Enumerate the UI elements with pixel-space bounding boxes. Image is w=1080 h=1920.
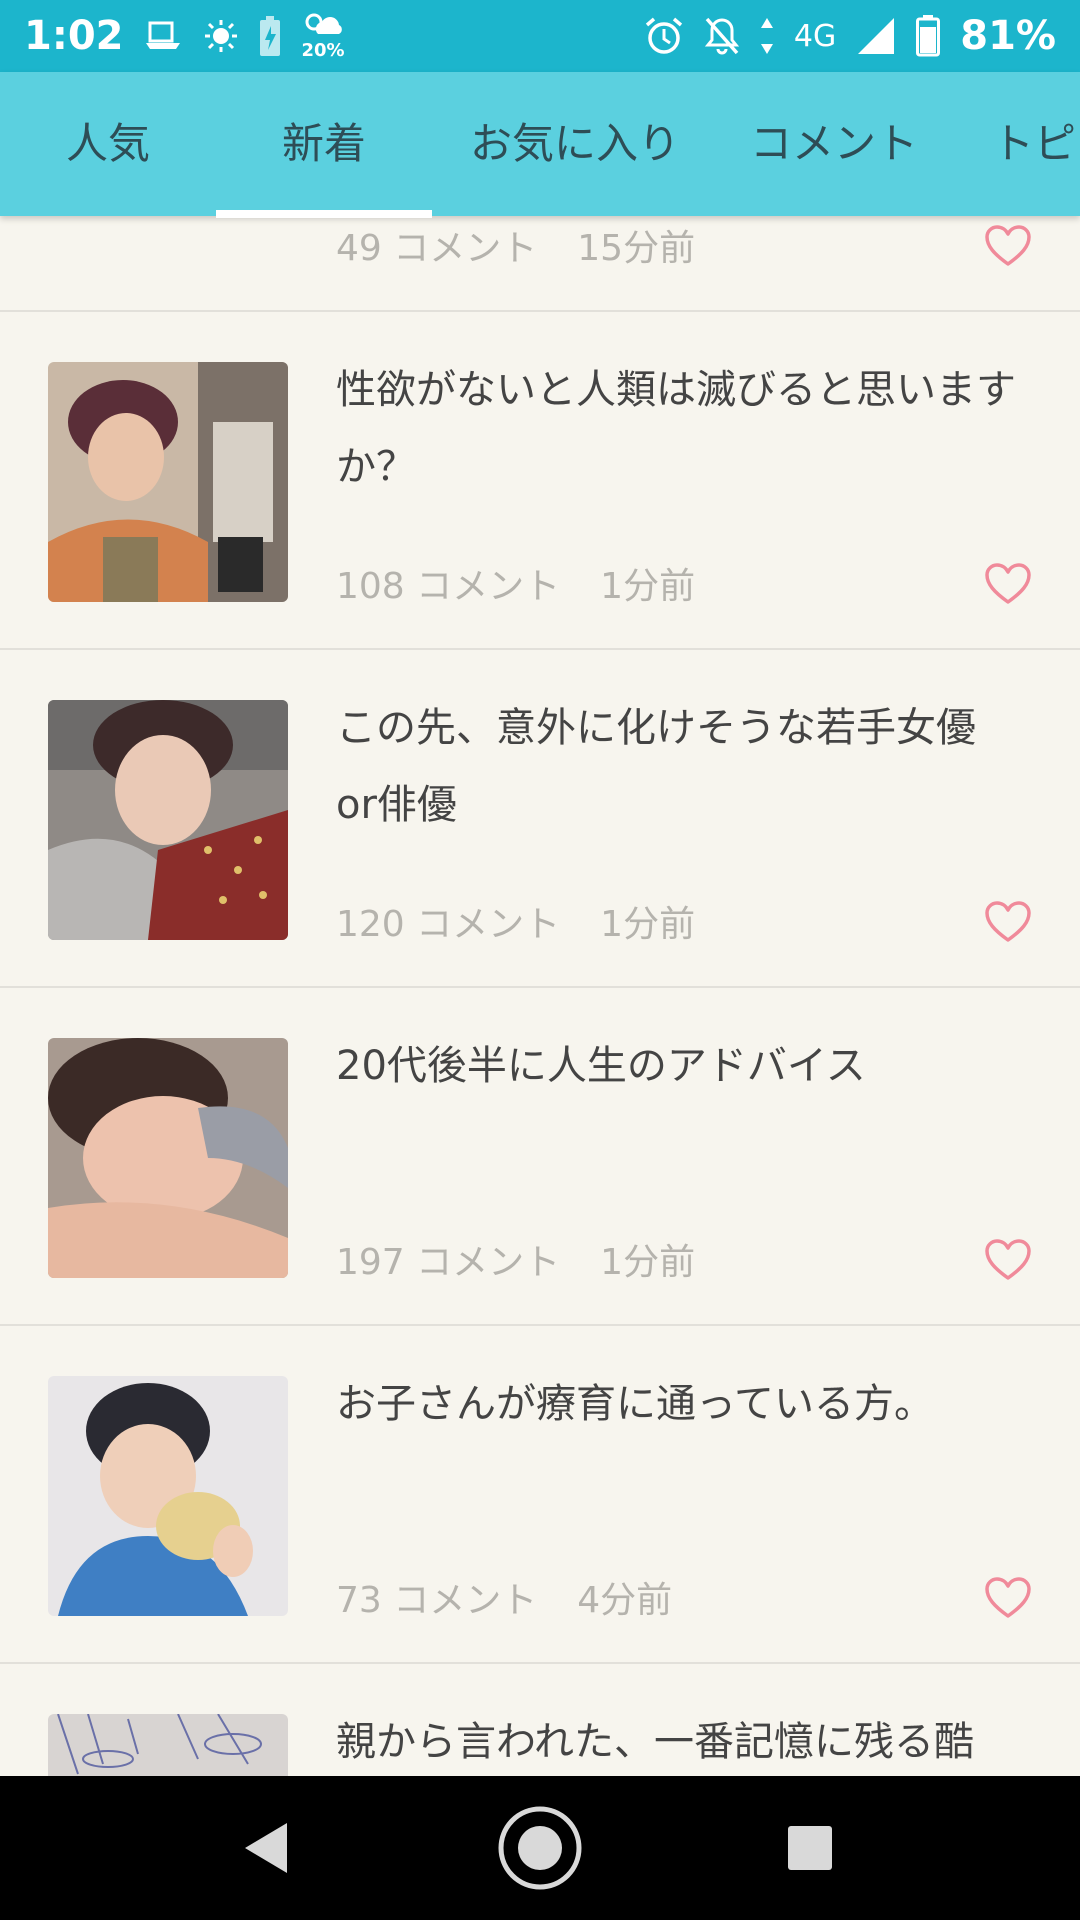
alarm-icon: [645, 17, 683, 54]
heart-icon[interactable]: [984, 1576, 1032, 1620]
list-item[interactable]: 49 コメント 15分前: [0, 216, 1080, 312]
topic-thumbnail: [48, 1038, 288, 1278]
tab-bar: 人気 新着 お気に入り コメント トピ: [0, 72, 1080, 218]
recents-icon: [788, 1826, 832, 1870]
signal-icon: [858, 18, 895, 54]
topic-title: この先、意外に化けそうな若手女優or俳優: [336, 705, 976, 828]
post-time: 1分前: [600, 566, 696, 607]
topic-title: 性欲がないと人類は滅びると思いますか？: [336, 367, 1016, 490]
status-bar: 1:02 20% 4G 81%: [0, 0, 1080, 72]
data-arrows-icon: [760, 18, 773, 54]
comment-count: 73 コメント: [336, 1580, 538, 1621]
tab-comments[interactable]: コメント: [750, 72, 918, 216]
battery-percent: 81%: [960, 13, 1056, 59]
item-meta: 49 コメント 15分前: [336, 219, 695, 271]
battery-icon: [916, 15, 941, 57]
item-meta: 120 コメント 1分前: [336, 895, 695, 947]
topic-title: お子さんが療育に通っている方。: [336, 1381, 934, 1427]
home-icon: [498, 1806, 582, 1890]
item-meta: 73 コメント 4分前: [336, 1571, 672, 1623]
weather-label: 20%: [301, 40, 345, 61]
comment-count: 49 コメント: [336, 228, 538, 269]
topic-title: 親から言われた、一番記憶に残る酷: [336, 1719, 974, 1765]
status-time: 1:02: [24, 13, 124, 59]
recents-button[interactable]: [730, 1776, 890, 1920]
topic-thumbnail: [48, 700, 288, 940]
list-item[interactable]: この先、意外に化けそうな若手女優or俳優 120 コメント 1分前: [0, 650, 1080, 988]
post-time: 4分前: [577, 1580, 673, 1621]
back-button[interactable]: [186, 1776, 346, 1920]
list-item[interactable]: 親から言われた、一番記憶に残る酷: [0, 1664, 1080, 1776]
topic-thumbnail: [48, 362, 288, 602]
comment-count: 108 コメント: [336, 566, 561, 607]
topic-feed[interactable]: 49 コメント 15分前 性欲がないと人類は滅びると思いますか？ 108 コメント…: [0, 216, 1080, 1776]
tab-popular[interactable]: 人気: [66, 72, 150, 216]
system-nav-bar: [0, 1776, 1080, 1920]
item-meta: 108 コメント 1分前: [336, 557, 695, 609]
comment-count: 120 コメント: [336, 904, 561, 945]
back-icon: [245, 1823, 287, 1873]
item-meta: 197 コメント 1分前: [336, 1233, 695, 1285]
battery-saver-icon: [259, 16, 280, 56]
list-item[interactable]: お子さんが療育に通っている方。 73 コメント 4分前: [0, 1326, 1080, 1664]
home-button[interactable]: [460, 1776, 620, 1920]
brightness-icon: [204, 20, 237, 52]
post-time: 15分前: [577, 228, 696, 269]
tab-new[interactable]: 新着: [282, 72, 366, 216]
topic-thumbnail: [48, 1376, 288, 1616]
heart-icon[interactable]: [984, 900, 1032, 944]
list-item[interactable]: 20代後半に人生のアドバイス 197 コメント 1分前: [0, 988, 1080, 1326]
post-time: 1分前: [600, 1242, 696, 1283]
post-time: 1分前: [600, 904, 696, 945]
topic-title: 20代後半に人生のアドバイス: [336, 1043, 866, 1089]
heart-icon[interactable]: [984, 1238, 1032, 1282]
list-item[interactable]: 性欲がないと人類は滅びると思いますか？ 108 コメント 1分前: [0, 312, 1080, 650]
network-type: 4G: [793, 18, 837, 54]
comment-count: 197 コメント: [336, 1242, 561, 1283]
tab-topics[interactable]: トピ: [992, 72, 1076, 216]
notification-icon: [145, 21, 180, 49]
heart-icon[interactable]: [984, 224, 1032, 268]
tab-favorites[interactable]: お気に入り: [470, 72, 680, 216]
active-tab-indicator: [216, 210, 432, 218]
heart-icon[interactable]: [984, 562, 1032, 606]
bell-off-icon: [704, 17, 740, 55]
topic-thumbnail: [48, 1714, 288, 1776]
weather-icon: 20%: [302, 10, 346, 62]
